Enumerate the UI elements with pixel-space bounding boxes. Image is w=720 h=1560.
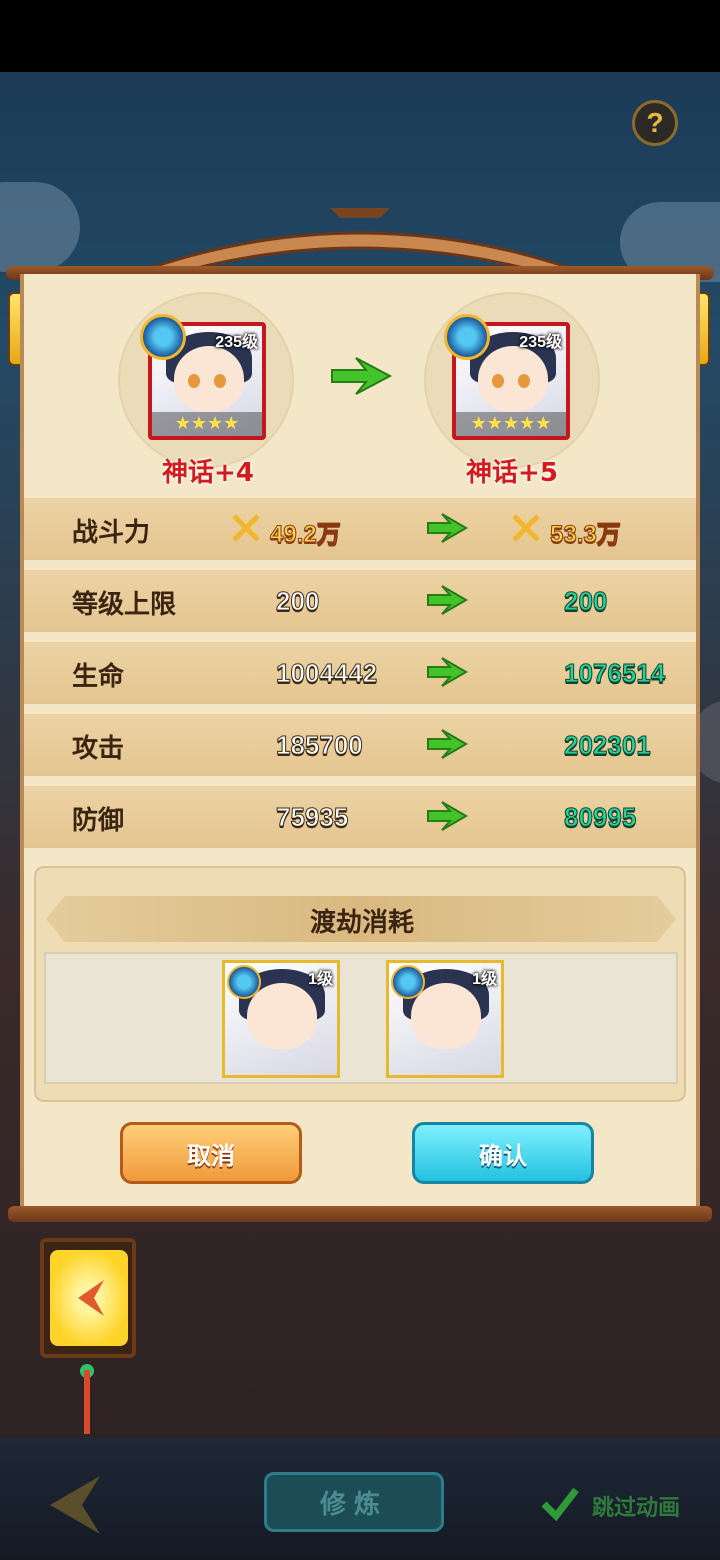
rank-from: 神话+4 — [162, 458, 254, 488]
arrow-right-icon — [427, 513, 468, 543]
hero-face — [174, 346, 244, 412]
crossed-swords-icon — [512, 514, 540, 542]
help-button[interactable]: ? — [632, 100, 678, 146]
question-icon: ? — [646, 107, 664, 138]
stat-old: 1004442 — [275, 658, 378, 689]
stat-new: 80995 — [563, 802, 637, 833]
back-lantern-button[interactable] — [40, 1238, 136, 1358]
water-element-icon — [140, 314, 186, 360]
hero-face — [411, 983, 481, 1049]
stat-old: 200 — [275, 586, 320, 617]
stat-new: 1076514 — [563, 658, 666, 689]
hero-eye — [188, 374, 200, 388]
stat-old: 75935 — [275, 802, 349, 833]
star-rating: ★★★★★ — [456, 412, 566, 436]
practice-button[interactable]: 修炼 — [264, 1472, 444, 1532]
cost-item-level: 1级 — [472, 971, 497, 988]
stat-row-attack: 攻击 185700 202301 — [24, 712, 696, 776]
stat-label: 防御 — [72, 806, 125, 836]
arrow-right-icon — [427, 801, 468, 831]
hero-face — [247, 983, 317, 1049]
stat-row-defense: 防御 75935 80995 — [24, 784, 696, 848]
upgrade-arrow-icon — [331, 357, 393, 395]
hero-eye — [492, 374, 504, 388]
cost-title: 渡劫消耗 — [309, 908, 414, 938]
cancel-button[interactable]: 取消 — [120, 1122, 302, 1184]
hero-level: 235级 — [215, 334, 258, 351]
arrow-right-icon — [427, 729, 468, 759]
crossed-swords-icon — [232, 514, 260, 542]
power-old: 49.2万 — [270, 521, 342, 549]
rank-to: 神话+5 — [466, 458, 558, 488]
hero-face — [478, 346, 548, 412]
stat-row-hp: 生命 1004442 1076514 — [24, 640, 696, 704]
water-element-icon — [444, 314, 490, 360]
cost-items-area: 1级 1级 — [44, 952, 678, 1084]
star-rating: ★★★★ — [152, 412, 262, 436]
back-arrow-icon — [78, 1280, 104, 1316]
stat-label: 等级上限 — [72, 590, 177, 620]
stat-new: 202301 — [564, 730, 652, 761]
confirm-button[interactable]: 确认 — [412, 1122, 594, 1184]
hero-level: 235级 — [519, 334, 562, 351]
cost-section: 渡劫消耗 1级 1级 — [34, 866, 686, 1102]
skip-animation-label[interactable]: 跳过动画 — [592, 1490, 680, 1522]
stat-old: 185700 — [276, 730, 364, 761]
back-chevron-icon[interactable] — [30, 1470, 130, 1540]
checkmark-icon[interactable] — [540, 1484, 580, 1524]
scroll-rod-bottom — [8, 1206, 712, 1222]
cost-item-level: 1级 — [308, 971, 333, 988]
stat-label: 攻击 — [72, 734, 125, 764]
stat-new: 200 — [563, 586, 608, 617]
water-element-icon — [227, 965, 261, 999]
arrow-right-icon — [427, 657, 468, 687]
water-element-icon — [391, 965, 425, 999]
cost-item-card[interactable]: 1级 — [222, 960, 340, 1078]
lantern-rope — [84, 1370, 90, 1434]
stat-row-power: 战斗力 49.2万 53.3万 — [24, 496, 696, 560]
arrow-right-icon — [427, 585, 468, 615]
hero-eye — [518, 374, 530, 388]
hero-eye — [214, 374, 226, 388]
cost-item-card[interactable]: 1级 — [386, 960, 504, 1078]
stat-label: 战斗力 — [72, 518, 151, 548]
stat-row-level-cap: 等级上限 200 200 — [24, 568, 696, 632]
stat-label: 生命 — [72, 662, 125, 692]
power-new: 53.3万 — [550, 521, 622, 549]
